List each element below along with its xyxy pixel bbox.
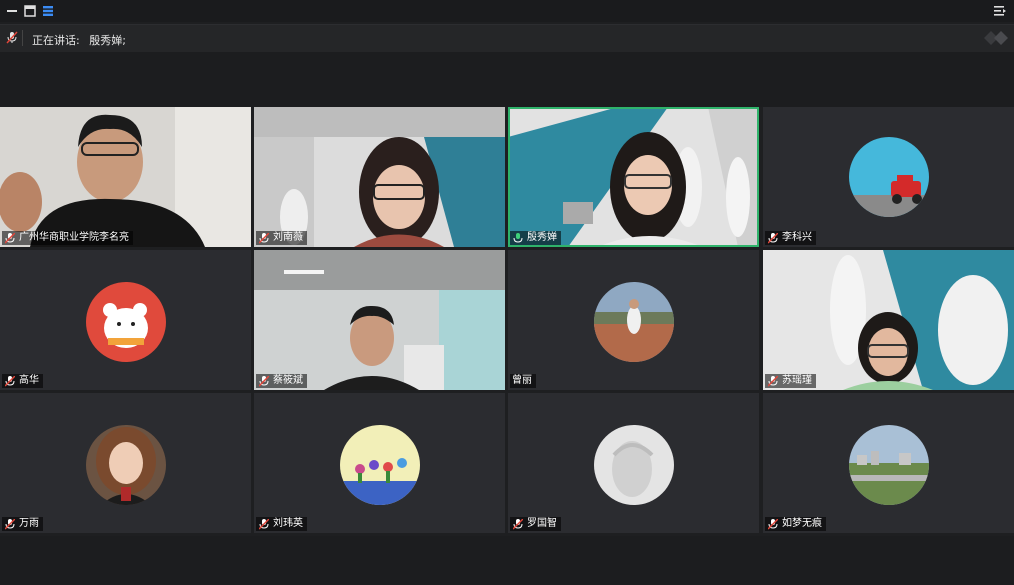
muted-mic-icon <box>767 518 779 530</box>
participant-name-tag: 高华 <box>2 374 43 388</box>
avatar <box>849 137 929 217</box>
participant-tile[interactable]: 苏瑶瑾 <box>763 250 1014 390</box>
muted-mic-icon <box>4 232 16 244</box>
participant-tile[interactable]: 高华 <box>0 250 251 390</box>
participant-name-tag: 蔡筱斌 <box>256 374 307 388</box>
avatar <box>340 425 420 505</box>
participant-name-tag: 刘玮英 <box>256 517 307 531</box>
speaking-indicator-bar: 正在讲话: 殷秀婵; <box>0 24 1014 53</box>
avatar <box>594 282 674 362</box>
video-feed <box>508 107 759 247</box>
participant-tile[interactable]: 广州华商职业学院李名亮 <box>0 107 251 247</box>
participant-tile[interactable]: 万雨 <box>0 393 251 533</box>
participant-tile[interactable]: 曾丽 <box>508 250 759 390</box>
avatar <box>594 425 674 505</box>
avatar <box>86 425 166 505</box>
video-feed <box>254 250 505 390</box>
participant-tile[interactable]: 如梦无痕 <box>763 393 1014 533</box>
avatar <box>849 425 929 505</box>
list-icon[interactable] <box>40 3 56 19</box>
participant-name-tag: 广州华商职业学院李名亮 <box>2 231 133 245</box>
participant-name: 李科兴 <box>782 232 812 243</box>
participant-name: 苏瑶瑾 <box>782 375 812 386</box>
participant-tile[interactable]: 刘南薇 <box>254 107 505 247</box>
participant-name-tag: 罗国智 <box>510 517 561 531</box>
participant-tile[interactable]: 蔡筱斌 <box>254 250 505 390</box>
video-feed <box>0 107 251 247</box>
participant-name: 广州华商职业学院李名亮 <box>19 232 129 243</box>
participant-name-tag: 殷秀婵 <box>510 231 561 245</box>
muted-mic-icon <box>258 518 270 530</box>
muted-mic-icon <box>258 375 270 387</box>
speaking-mic-icon <box>512 232 524 244</box>
app-logo-icon <box>984 31 1008 45</box>
participant-name-tag: 李科兴 <box>765 231 816 245</box>
muted-mic-icon <box>4 518 16 530</box>
video-feed <box>254 107 505 247</box>
participant-tile[interactable]: 刘玮英 <box>254 393 505 533</box>
participant-name-tag: 苏瑶瑾 <box>765 374 816 388</box>
participant-name: 刘玮英 <box>273 518 303 529</box>
participant-name: 高华 <box>19 375 39 386</box>
muted-mic-icon <box>6 30 18 44</box>
participant-name: 刘南薇 <box>273 232 303 243</box>
participant-name: 曾丽 <box>512 375 532 386</box>
participant-name-tag: 刘南薇 <box>256 231 307 245</box>
participant-name: 万雨 <box>19 518 39 529</box>
muted-mic-icon <box>512 518 524 530</box>
participant-name-tag: 如梦无痕 <box>765 517 826 531</box>
participant-tile[interactable]: 罗国智 <box>508 393 759 533</box>
avatar <box>86 282 166 362</box>
minimize-icon[interactable] <box>4 3 20 19</box>
stage-area <box>0 52 1014 107</box>
video-feed <box>763 250 1014 390</box>
speaking-prefix: 正在讲话: <box>32 34 80 47</box>
footer-area <box>0 536 1014 585</box>
participant-name: 如梦无痕 <box>782 518 822 529</box>
muted-mic-icon <box>767 232 779 244</box>
participant-name-tag: 曾丽 <box>510 374 536 388</box>
participant-name-tag: 万雨 <box>2 517 43 531</box>
muted-mic-icon <box>767 375 779 387</box>
speaking-name: 殷秀婵; <box>89 34 126 47</box>
participant-name: 罗国智 <box>527 518 557 529</box>
menu-collapse-icon[interactable] <box>992 3 1008 19</box>
muted-mic-icon <box>4 375 16 387</box>
participant-tile[interactable]: 李科兴 <box>763 107 1014 247</box>
speaking-label: 正在讲话: 殷秀婵; <box>32 32 126 48</box>
participant-grid: 广州华商职业学院李名亮 刘南薇 殷秀婵 李科兴 高华 蔡筱斌 曾丽 苏瑶瑾 万雨… <box>0 107 1014 536</box>
participant-name: 殷秀婵 <box>527 232 557 243</box>
window-titlebar <box>0 0 1014 22</box>
participant-name: 蔡筱斌 <box>273 375 303 386</box>
muted-mic-icon <box>258 232 270 244</box>
divider <box>22 30 23 46</box>
participant-tile-active-speaker[interactable]: 殷秀婵 <box>508 107 759 247</box>
window-icon[interactable] <box>22 3 38 19</box>
